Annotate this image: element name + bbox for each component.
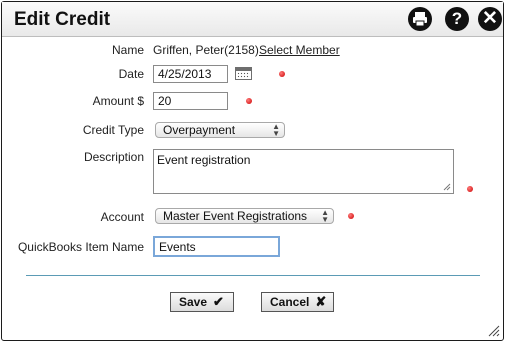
credit-type-value: Overpayment	[163, 123, 236, 137]
account-value: Master Event Registrations	[163, 209, 308, 223]
select-member-link[interactable]: Select Member	[259, 43, 340, 57]
date-label: Date	[118, 67, 144, 81]
required-indicator	[246, 98, 252, 104]
close-button[interactable]: ✕	[478, 7, 502, 31]
divider	[26, 275, 480, 276]
description-textarea[interactable]: Event registration	[153, 149, 454, 194]
description-text: Event registration	[157, 153, 251, 167]
date-input[interactable]	[153, 65, 228, 83]
select-arrows-icon: ▲ ▼	[321, 208, 329, 224]
required-indicator	[467, 186, 473, 192]
printer-icon	[413, 12, 427, 27]
required-indicator	[348, 213, 354, 219]
title-bar: Edit Credit ? ✕	[2, 2, 503, 37]
edit-credit-dialog: Edit Credit ? ✕ Name Griffen, Peter(2158…	[1, 1, 504, 341]
member-name: Griffen, Peter(2158)	[153, 43, 259, 57]
select-arrows-icon: ▲ ▼	[272, 122, 280, 138]
close-icon: ✕	[482, 8, 498, 29]
cancel-button[interactable]: Cancel ✘	[261, 292, 334, 312]
description-label: Description	[83, 150, 144, 164]
credit-type-label: Credit Type	[82, 123, 144, 137]
account-label: Account	[100, 210, 144, 224]
quickbooks-item-label: QuickBooks Item Name	[17, 240, 144, 254]
help-icon: ?	[451, 9, 463, 28]
x-mark-icon: ✘	[315, 294, 327, 309]
required-indicator	[279, 71, 285, 77]
cancel-label: Cancel	[270, 295, 310, 309]
print-button[interactable]	[408, 7, 432, 31]
amount-label: Amount $	[92, 94, 144, 108]
checkmark-icon: ✔	[213, 294, 224, 309]
quickbooks-item-input[interactable]	[153, 236, 280, 257]
account-select[interactable]: Master Event Registrations ▲ ▼	[155, 208, 334, 224]
save-button[interactable]: Save ✔	[170, 292, 234, 312]
dialog-title: Edit Credit	[14, 9, 111, 30]
name-label: Name	[111, 43, 144, 57]
save-label: Save	[179, 295, 208, 309]
amount-input[interactable]	[153, 92, 228, 110]
help-button[interactable]: ?	[445, 7, 469, 31]
credit-type-select[interactable]: Overpayment ▲ ▼	[155, 122, 285, 138]
calendar-icon[interactable]	[235, 67, 252, 80]
resize-grip-icon[interactable]	[443, 183, 451, 191]
window-resize-grip-icon[interactable]	[488, 325, 500, 337]
